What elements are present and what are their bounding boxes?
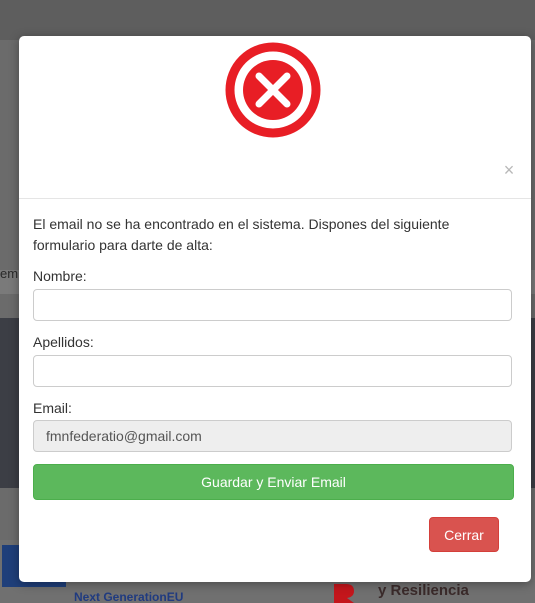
nombre-label: Nombre: [33,268,87,284]
next-generation-eu-text: Next GenerationEU [74,590,184,603]
close-icon[interactable]: × [501,161,517,179]
apellidos-input[interactable] [33,355,512,387]
error-modal: × El email no se ha encontrado en el sis… [19,36,531,582]
email-label: Email: [33,400,72,416]
apellidos-label: Apellidos: [33,334,94,350]
close-button[interactable]: Cerrar [429,517,499,552]
modal-header: × [19,36,531,199]
error-x-circle-icon [225,42,321,138]
nombre-input[interactable] [33,289,512,321]
modal-body: El email no se ha encontrado en el siste… [33,206,515,500]
background-text-fragment: em [0,266,19,281]
resiliencia-text: y Resiliencia [378,582,469,599]
background-header [0,0,535,40]
email-field[interactable] [33,420,512,452]
not-found-message: El email no se ha encontrado en el siste… [33,216,450,253]
save-and-send-email-button[interactable]: Guardar y Enviar Email [33,464,514,500]
